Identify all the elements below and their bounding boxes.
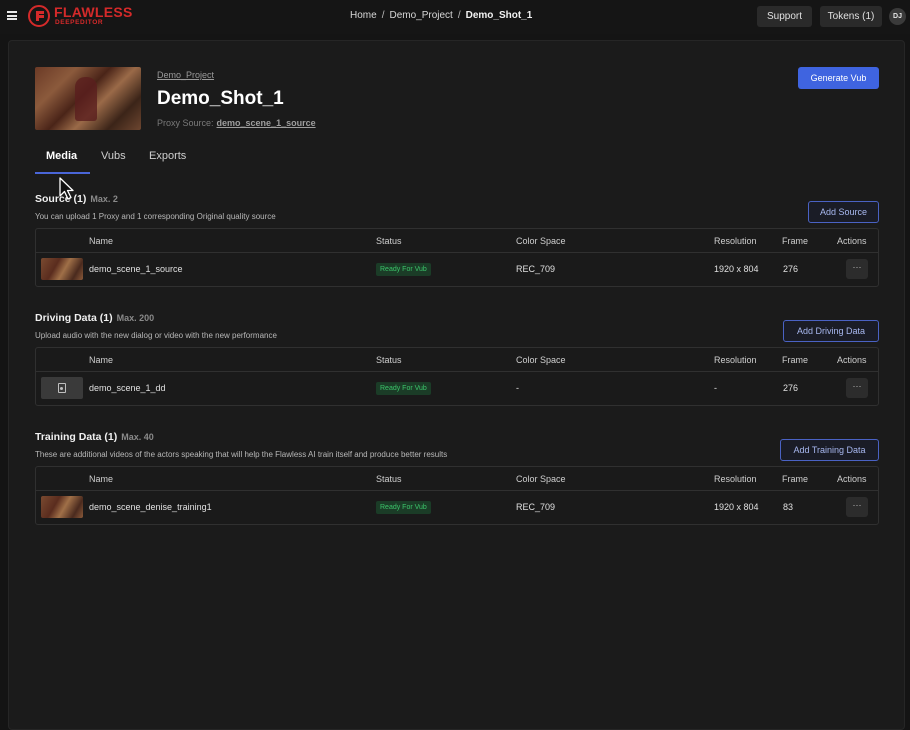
section-max: Max. 200: [116, 313, 155, 323]
table-header: Name Status Color Space Resolution Frame…: [36, 229, 878, 253]
row-actions-button[interactable]: ···: [846, 259, 868, 279]
column-header-actions: Actions: [837, 474, 867, 484]
table-row[interactable]: demo_scene_denise_training1 Ready For Vu…: [36, 491, 878, 524]
column-header-color-space[interactable]: Color Space: [516, 474, 566, 484]
add-driving-data-button[interactable]: Add Driving Data: [783, 320, 879, 342]
column-header-status[interactable]: Status: [376, 355, 402, 365]
tokens-button[interactable]: Tokens (1): [820, 6, 882, 27]
row-actions-button[interactable]: ···: [846, 378, 868, 398]
column-header-name[interactable]: Name: [89, 355, 113, 365]
logo-title[interactable]: FLAWLESS: [54, 5, 133, 19]
row-frames: 276: [783, 264, 799, 274]
row-frames: 83: [783, 502, 794, 512]
section-description: Upload audio with the new dialog or vide…: [35, 331, 277, 340]
row-color-space: -: [516, 383, 519, 393]
add-source-button[interactable]: Add Source: [808, 201, 879, 223]
row-name: demo_scene_1_dd: [89, 383, 166, 393]
section-title-training-data: Training Data (1) Max. 40: [35, 431, 154, 443]
row-actions-button[interactable]: ···: [846, 497, 868, 517]
column-header-name[interactable]: Name: [89, 474, 113, 484]
menu-icon[interactable]: [7, 11, 17, 20]
row-thumbnail: [41, 258, 83, 280]
table-header: Name Status Color Space Resolution Frame…: [36, 348, 878, 372]
add-training-data-button[interactable]: Add Training Data: [780, 439, 879, 461]
row-color-space: REC_709: [516, 502, 556, 512]
row-name: demo_scene_1_source: [89, 264, 183, 274]
column-header-resolution[interactable]: Resolution: [714, 236, 757, 246]
section-title-source: Source (1) Max. 2: [35, 193, 118, 205]
column-header-frames[interactable]: Frame: [782, 236, 808, 246]
tab-media[interactable]: Media: [46, 150, 77, 162]
row-resolution: -: [714, 383, 717, 393]
column-header-name[interactable]: Name: [89, 236, 113, 246]
column-header-resolution[interactable]: Resolution: [714, 474, 757, 484]
column-header-status[interactable]: Status: [376, 474, 402, 484]
row-thumbnail: [41, 377, 83, 399]
tab-exports[interactable]: Exports: [149, 150, 186, 162]
row-name: demo_scene_denise_training1: [89, 502, 212, 512]
column-header-color-space[interactable]: Color Space: [516, 236, 566, 246]
mouse-cursor-icon: [59, 177, 74, 200]
table-row[interactable]: demo_scene_1_dd Ready For Vub - - 276 ··…: [36, 372, 878, 405]
generate-vub-button[interactable]: Generate Vub: [798, 67, 879, 89]
section-max: Max. 2: [90, 194, 118, 204]
proxy-source-line: Proxy Source: demo_scene_1_source: [157, 118, 316, 128]
breadcrumb-separator: /: [381, 10, 385, 21]
status-badge: Ready For Vub: [376, 263, 431, 276]
training-data-table: Name Status Color Space Resolution Frame…: [35, 466, 879, 525]
driving-data-table: Name Status Color Space Resolution Frame…: [35, 347, 879, 406]
table-row[interactable]: demo_scene_1_source Ready For Vub REC_70…: [36, 253, 878, 286]
column-header-color-space[interactable]: Color Space: [516, 355, 566, 365]
section-description: You can upload 1 Proxy and 1 correspondi…: [35, 212, 276, 221]
breadcrumb-project[interactable]: Demo_Project: [389, 10, 452, 21]
logo-subtitle: DEEPEDITOR: [55, 19, 104, 26]
table-header: Name Status Color Space Resolution Frame…: [36, 467, 878, 491]
column-header-resolution[interactable]: Resolution: [714, 355, 757, 365]
row-frames: 276: [783, 383, 799, 393]
source-table: Name Status Color Space Resolution Frame…: [35, 228, 879, 287]
breadcrumb-home[interactable]: Home: [350, 10, 377, 21]
audio-file-icon: [58, 383, 66, 393]
breadcrumb-separator: /: [457, 10, 461, 21]
shot-thumbnail: [35, 67, 141, 130]
tab-vubs[interactable]: Vubs: [101, 150, 126, 162]
breadcrumb: Home / Demo_Project / Demo_Shot_1: [350, 10, 532, 21]
project-link[interactable]: Demo_Project: [157, 70, 214, 80]
status-badge: Ready For Vub: [376, 382, 431, 395]
section-title-text: Driving Data (1): [35, 312, 113, 324]
proxy-source-link[interactable]: demo_scene_1_source: [217, 118, 316, 128]
active-tab-indicator: [35, 172, 90, 174]
column-header-frames[interactable]: Frame: [782, 474, 808, 484]
avatar[interactable]: DJ: [889, 8, 906, 25]
flawless-logo-icon[interactable]: [28, 5, 50, 27]
breadcrumb-current: Demo_Shot_1: [465, 10, 533, 21]
section-title-driving-data: Driving Data (1) Max. 200: [35, 312, 154, 324]
proxy-source-label: Proxy Source:: [157, 118, 214, 128]
column-header-actions: Actions: [837, 236, 867, 246]
status-badge: Ready For Vub: [376, 501, 431, 514]
section-max: Max. 40: [121, 432, 154, 442]
column-header-frames[interactable]: Frame: [782, 355, 808, 365]
section-title-text: Training Data (1): [35, 431, 118, 443]
column-header-actions: Actions: [837, 355, 867, 365]
row-resolution: 1920 x 804: [714, 264, 759, 274]
top-bar: FLAWLESS DEEPEDITOR Home / Demo_Project / De…: [0, 0, 910, 34]
row-thumbnail: [41, 496, 83, 518]
row-resolution: 1920 x 804: [714, 502, 759, 512]
column-header-status[interactable]: Status: [376, 236, 402, 246]
section-description: These are additional videos of the actor…: [35, 450, 448, 459]
support-button[interactable]: Support: [757, 6, 812, 27]
page-title: Demo_Shot_1: [157, 88, 284, 109]
row-color-space: REC_709: [516, 264, 556, 274]
